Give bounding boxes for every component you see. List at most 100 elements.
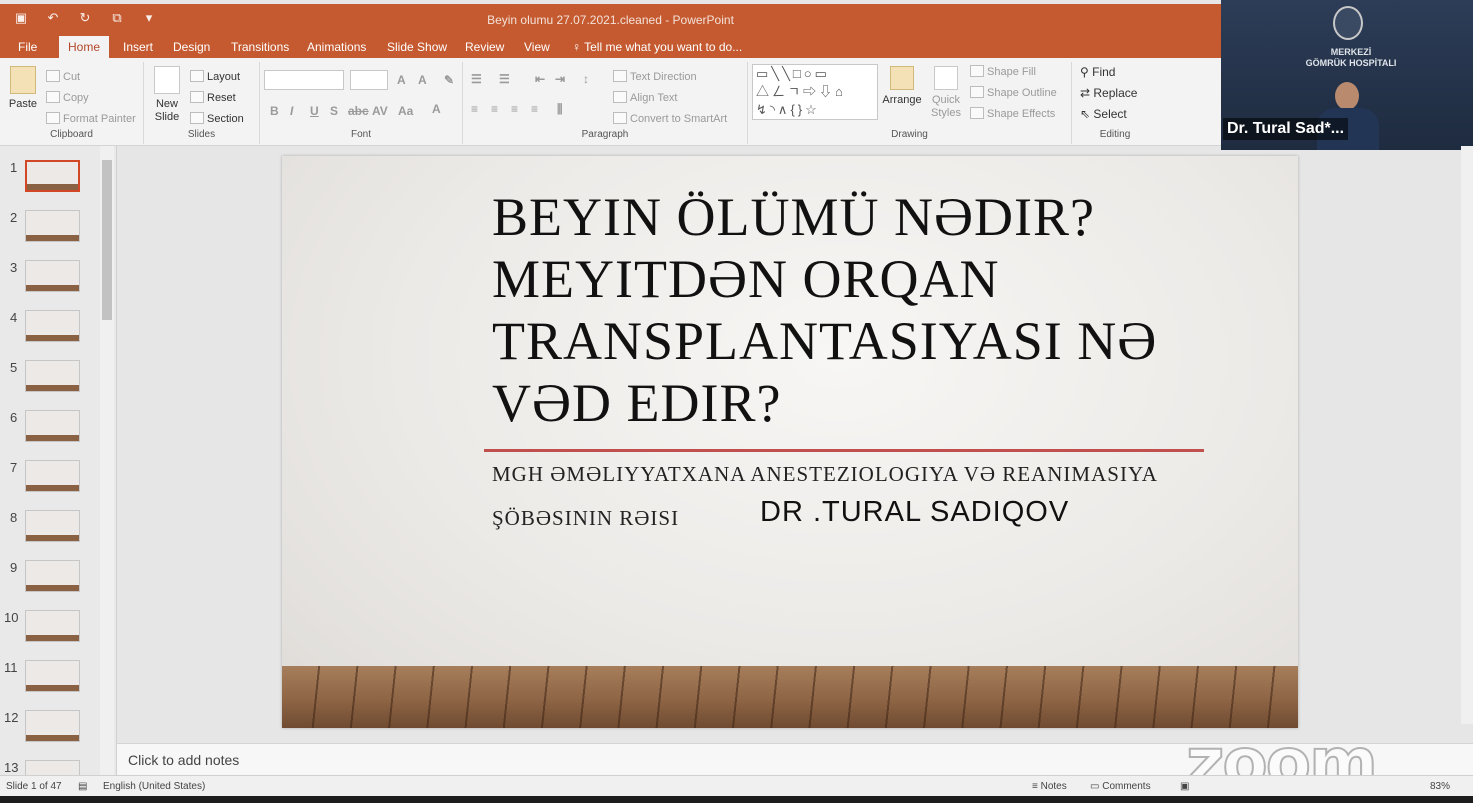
paste-button[interactable]: Paste: [6, 66, 40, 111]
slide-scrollbar[interactable]: [1461, 146, 1473, 724]
thumbnail-item[interactable]: 10: [0, 610, 100, 650]
font-name-select[interactable]: [264, 70, 344, 90]
increase-indent-icon[interactable]: ⇥: [555, 72, 565, 86]
thumbnail-item[interactable]: 11: [0, 660, 100, 700]
tab-slide-show[interactable]: Slide Show: [387, 40, 447, 54]
thumbnail-image[interactable]: [25, 210, 80, 242]
tab-home[interactable]: Home: [59, 36, 110, 58]
thumbnail-image[interactable]: [25, 310, 80, 342]
subtitle-department[interactable]: MGH ƏMƏLIYYATXANA ANESTEZIOLOGIYA VƏ REA…: [492, 462, 1158, 487]
align-text-button[interactable]: Align Text: [613, 91, 678, 104]
language-indicator[interactable]: English (United States): [103, 781, 205, 792]
bold-icon[interactable]: B: [270, 104, 279, 118]
thumbnail-image[interactable]: [25, 260, 80, 292]
thumbnail-item[interactable]: 13: [0, 760, 100, 775]
shape-fill-button[interactable]: Shape Fill: [970, 65, 1036, 78]
format-painter-button[interactable]: Format Painter: [46, 112, 136, 125]
thumbnails-scrollbar[interactable]: [100, 146, 114, 775]
tab-review[interactable]: Review: [465, 40, 504, 54]
thumbnail-image[interactable]: [25, 760, 80, 775]
layout-button[interactable]: Layout: [190, 70, 240, 83]
clear-formatting-icon[interactable]: ✎: [444, 73, 454, 87]
replace-button[interactable]: ⇄ Replace: [1080, 86, 1137, 100]
participant-video[interactable]: MERKEZİ GÖMRÜK HOSPİTALI Dr. Tural Sad*.…: [1221, 0, 1473, 150]
grow-font-icon[interactable]: A: [397, 73, 406, 87]
tab-animations[interactable]: Animations: [307, 40, 366, 54]
thumbnail-item[interactable]: 5: [0, 360, 100, 400]
font-size-select[interactable]: [350, 70, 388, 90]
font-group-label: Font: [350, 129, 371, 140]
bullets-icon[interactable]: ☰: [471, 72, 482, 86]
thumbnail-item[interactable]: 8: [0, 510, 100, 550]
hospital-sign-line1: MERKEZİ: [1330, 47, 1372, 57]
select-button[interactable]: ⇖ Select: [1080, 107, 1127, 121]
thumbnails-scroll-thumb[interactable]: [102, 160, 112, 320]
copy-icon: [46, 91, 60, 103]
strikethrough-icon[interactable]: abc: [348, 104, 369, 118]
shape-effects-button[interactable]: Shape Effects: [970, 107, 1055, 120]
spellcheck-icon[interactable]: ▤: [78, 781, 87, 792]
underline-icon[interactable]: U: [310, 104, 319, 118]
shadow-icon[interactable]: S: [330, 104, 338, 118]
presenter-name[interactable]: DR .TURAL SADIQOV: [760, 496, 1069, 529]
normal-view-icon[interactable]: ▣: [1180, 781, 1189, 792]
numbering-icon[interactable]: ☰: [499, 72, 510, 86]
thumbnail-item[interactable]: 4: [0, 310, 100, 350]
shape-outline-button[interactable]: Shape Outline: [970, 86, 1057, 99]
thumbnail-item[interactable]: 12: [0, 710, 100, 750]
tab-design[interactable]: Design: [173, 40, 210, 54]
new-slide-label: New Slide: [154, 98, 180, 123]
zoom-level[interactable]: 83%: [1430, 781, 1450, 792]
thumbnail-item[interactable]: 9: [0, 560, 100, 600]
thumbnail-image[interactable]: [25, 360, 80, 392]
change-case-icon[interactable]: Aa: [398, 104, 413, 118]
thumbnail-item[interactable]: 1: [0, 160, 100, 200]
shrink-font-icon[interactable]: A: [418, 73, 427, 87]
italic-icon[interactable]: I: [290, 104, 293, 118]
notes-toggle[interactable]: ≡ Notes: [1032, 781, 1067, 792]
tab-transitions[interactable]: Transitions: [231, 40, 289, 54]
thumbnail-image[interactable]: [25, 610, 80, 642]
thumbnail-item[interactable]: 2: [0, 210, 100, 250]
thumbnail-image[interactable]: [25, 460, 80, 492]
section-button[interactable]: Section: [190, 112, 244, 125]
thumbnail-image[interactable]: [25, 660, 80, 692]
convert-smartart-button[interactable]: Convert to SmartArt: [613, 112, 727, 125]
justify-icon[interactable]: ≡: [531, 102, 538, 116]
quick-styles-button[interactable]: Quick Styles: [926, 66, 966, 120]
thumbnail-image[interactable]: [25, 510, 80, 542]
comments-toggle[interactable]: ▭ Comments: [1090, 781, 1151, 792]
thumbnail-item[interactable]: 3: [0, 260, 100, 300]
line-spacing-icon[interactable]: ↕: [583, 72, 589, 86]
arrange-button[interactable]: Arrange: [880, 66, 924, 107]
tab-view[interactable]: View: [524, 40, 550, 54]
thumbnail-image[interactable]: [25, 410, 80, 442]
tab-file[interactable]: File: [18, 40, 37, 54]
align-left-icon[interactable]: ≡: [471, 102, 478, 116]
thumbnail-image[interactable]: [25, 160, 80, 192]
tab-insert[interactable]: Insert: [123, 40, 153, 54]
align-center-icon[interactable]: ≡: [491, 102, 498, 116]
tell-me-search[interactable]: ♀ Tell me what you want to do...: [572, 40, 742, 54]
slide-canvas[interactable]: BEYIN ÖLÜMÜ NƏDIR? MEYITDƏN ORQAN TRANSP…: [282, 156, 1298, 728]
new-slide-button[interactable]: New Slide: [148, 66, 186, 124]
char-spacing-icon[interactable]: AV: [372, 104, 388, 118]
thumbnail-item[interactable]: 7: [0, 460, 100, 500]
quick-styles-label: Quick Styles: [931, 94, 961, 119]
cut-button[interactable]: Cut: [46, 70, 80, 83]
thumbnail-image[interactable]: [25, 560, 80, 592]
columns-icon[interactable]: ⫼: [557, 102, 563, 117]
thumbnail-image[interactable]: [25, 710, 80, 742]
find-button[interactable]: ⚲ Find: [1080, 65, 1115, 79]
thumbnail-item[interactable]: 6: [0, 410, 100, 450]
subtitle-position[interactable]: ŞÖBƏSININ RƏISI: [492, 506, 679, 531]
copy-button[interactable]: Copy: [46, 91, 89, 104]
align-right-icon[interactable]: ≡: [511, 102, 518, 116]
slide-title[interactable]: BEYIN ÖLÜMÜ NƏDIR? MEYITDƏN ORQAN TRANSP…: [492, 186, 1232, 434]
replace-icon: ⇄: [1080, 86, 1094, 100]
decrease-indent-icon[interactable]: ⇤: [535, 72, 545, 86]
font-color-icon[interactable]: A: [432, 102, 441, 116]
reset-button[interactable]: Reset: [190, 91, 236, 104]
shapes-gallery[interactable]: ▭╲╲□○▭ △ㄥㄱ⇨⇩⌂ ↯◝∧{}☆: [752, 64, 878, 120]
text-direction-button[interactable]: Text Direction: [613, 70, 697, 83]
